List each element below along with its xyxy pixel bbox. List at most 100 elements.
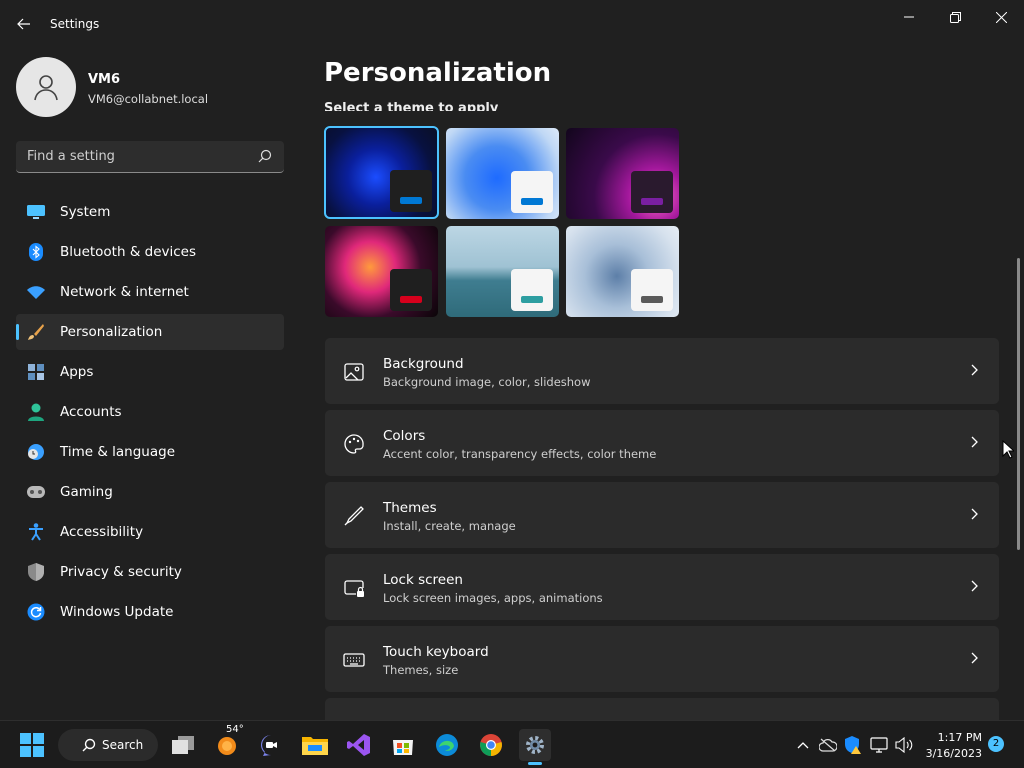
restore-button[interactable] bbox=[932, 6, 978, 28]
active-app-indicator bbox=[528, 762, 542, 765]
page-title: Personalization bbox=[324, 58, 552, 88]
search-icon bbox=[82, 738, 96, 752]
task-view-button[interactable] bbox=[167, 729, 199, 761]
edge-button[interactable] bbox=[431, 729, 463, 761]
scrollbar-thumb[interactable] bbox=[1017, 258, 1020, 550]
globe-clock-icon bbox=[27, 443, 45, 461]
chrome-button[interactable] bbox=[475, 729, 507, 761]
chevron-up-icon bbox=[797, 742, 809, 749]
sidebar-item-label: Gaming bbox=[60, 484, 113, 500]
sidebar-item-label: Network & internet bbox=[60, 284, 189, 300]
touch-keyboard-card[interactable]: Touch keyboard Themes, size bbox=[325, 626, 999, 692]
chevron-right-icon bbox=[971, 652, 978, 664]
sidebar-item-time-language[interactable]: Time & language bbox=[16, 434, 284, 470]
brush-icon bbox=[27, 323, 45, 341]
back-button[interactable] bbox=[12, 12, 36, 36]
card-title: Touch keyboard bbox=[383, 644, 489, 660]
sidebar-item-accessibility[interactable]: Accessibility bbox=[16, 514, 284, 550]
settings-app-button[interactable] bbox=[519, 729, 551, 761]
onedrive-tray-button[interactable] bbox=[815, 729, 841, 761]
chevron-right-icon bbox=[971, 508, 978, 520]
theme-glow[interactable] bbox=[566, 128, 679, 219]
sidebar-item-personalization[interactable]: Personalization bbox=[16, 314, 284, 350]
sidebar-item-system[interactable]: System bbox=[16, 194, 284, 230]
colors-card[interactable]: Colors Accent color, transparency effect… bbox=[325, 410, 999, 476]
avatar[interactable] bbox=[16, 57, 76, 117]
theme-captured-motion[interactable] bbox=[325, 226, 438, 317]
restore-icon bbox=[949, 11, 961, 23]
store-icon bbox=[393, 740, 413, 755]
minimize-icon bbox=[904, 16, 914, 18]
network-tray-button[interactable] bbox=[866, 729, 892, 761]
title-bar: Settings bbox=[0, 0, 1024, 48]
microsoft-store-button[interactable] bbox=[387, 729, 419, 761]
security-tray-button[interactable] bbox=[840, 729, 866, 761]
start-card-partial[interactable] bbox=[325, 698, 999, 720]
lock-screen-icon bbox=[344, 580, 364, 597]
theme-flow[interactable] bbox=[446, 226, 559, 317]
theme-swatch bbox=[631, 171, 673, 213]
close-icon bbox=[995, 11, 1007, 23]
shield-warning-icon bbox=[845, 736, 861, 754]
back-arrow-icon bbox=[17, 18, 30, 30]
sidebar-item-label: Apps bbox=[60, 364, 94, 380]
sidebar-item-windows-update[interactable]: Windows Update bbox=[16, 594, 284, 630]
sidebar-item-bluetooth[interactable]: Bluetooth & devices bbox=[16, 234, 284, 270]
theme-windows-light[interactable] bbox=[446, 128, 559, 219]
windows-logo-icon bbox=[20, 733, 44, 757]
search-box bbox=[16, 141, 284, 173]
card-description: Themes, size bbox=[383, 663, 459, 677]
theme-swatch bbox=[631, 269, 673, 311]
clock-date[interactable]: 3/16/2023 bbox=[924, 747, 982, 760]
theme-swatch bbox=[511, 269, 553, 311]
theme-windows-dark[interactable] bbox=[324, 126, 439, 219]
content-area: Background Background image, color, slid… bbox=[300, 112, 1015, 720]
theme-swatch bbox=[511, 171, 553, 213]
file-explorer-button[interactable] bbox=[299, 729, 331, 761]
update-icon bbox=[27, 603, 45, 621]
taskbar-search[interactable]: Search bbox=[58, 729, 158, 761]
themes-card[interactable]: Themes Install, create, manage bbox=[325, 482, 999, 548]
apps-icon bbox=[27, 363, 45, 381]
task-view-icon bbox=[172, 736, 194, 754]
theme-sunrise[interactable] bbox=[566, 226, 679, 317]
keyboard-icon bbox=[343, 653, 365, 667]
visual-studio-icon bbox=[347, 734, 370, 756]
weather-sun-icon bbox=[218, 737, 236, 755]
search-input[interactable] bbox=[16, 141, 256, 172]
card-description: Accent color, transparency effects, colo… bbox=[383, 447, 657, 461]
lock-screen-card[interactable]: Lock screen Lock screen images, apps, an… bbox=[325, 554, 999, 620]
sidebar-item-network[interactable]: Network & internet bbox=[16, 274, 284, 310]
show-hidden-icons-button[interactable] bbox=[790, 729, 816, 761]
app-title: Settings bbox=[50, 17, 100, 31]
themes-section-label: Select a theme to apply bbox=[324, 101, 499, 111]
chat-icon bbox=[261, 735, 277, 756]
notification-badge[interactable]: 2 bbox=[988, 736, 1004, 752]
gear-icon bbox=[526, 736, 544, 754]
teams-chat-button[interactable] bbox=[255, 729, 287, 761]
card-description: Background image, color, slideshow bbox=[383, 375, 591, 389]
sidebar-item-apps[interactable]: Apps bbox=[16, 354, 284, 390]
close-button[interactable] bbox=[978, 6, 1024, 28]
taskbar-search-label: Search bbox=[102, 738, 144, 752]
sidebar-item-label: Bluetooth & devices bbox=[60, 244, 197, 260]
weather-temperature: 54° bbox=[226, 724, 244, 735]
clock-time[interactable]: 1:17 PM bbox=[930, 731, 982, 744]
sidebar-item-privacy[interactable]: Privacy & security bbox=[16, 554, 284, 590]
accessibility-icon bbox=[27, 523, 45, 541]
sidebar-item-label: Accounts bbox=[60, 404, 122, 420]
sidebar-item-accounts[interactable]: Accounts bbox=[16, 394, 284, 430]
sidebar-item-gaming[interactable]: Gaming bbox=[16, 474, 284, 510]
background-card[interactable]: Background Background image, color, slid… bbox=[325, 338, 999, 404]
volume-tray-button[interactable] bbox=[891, 729, 917, 761]
shield-icon bbox=[27, 563, 45, 581]
bluetooth-icon bbox=[27, 243, 45, 261]
start-button[interactable] bbox=[16, 729, 48, 761]
user-email: VM6@collabnet.local bbox=[88, 92, 209, 106]
visual-studio-button[interactable] bbox=[343, 729, 375, 761]
minimize-button[interactable] bbox=[886, 6, 932, 28]
search-icon[interactable] bbox=[258, 149, 272, 163]
network-monitor-icon bbox=[870, 737, 888, 753]
card-title: Lock screen bbox=[383, 572, 463, 588]
chrome-icon bbox=[480, 734, 502, 756]
